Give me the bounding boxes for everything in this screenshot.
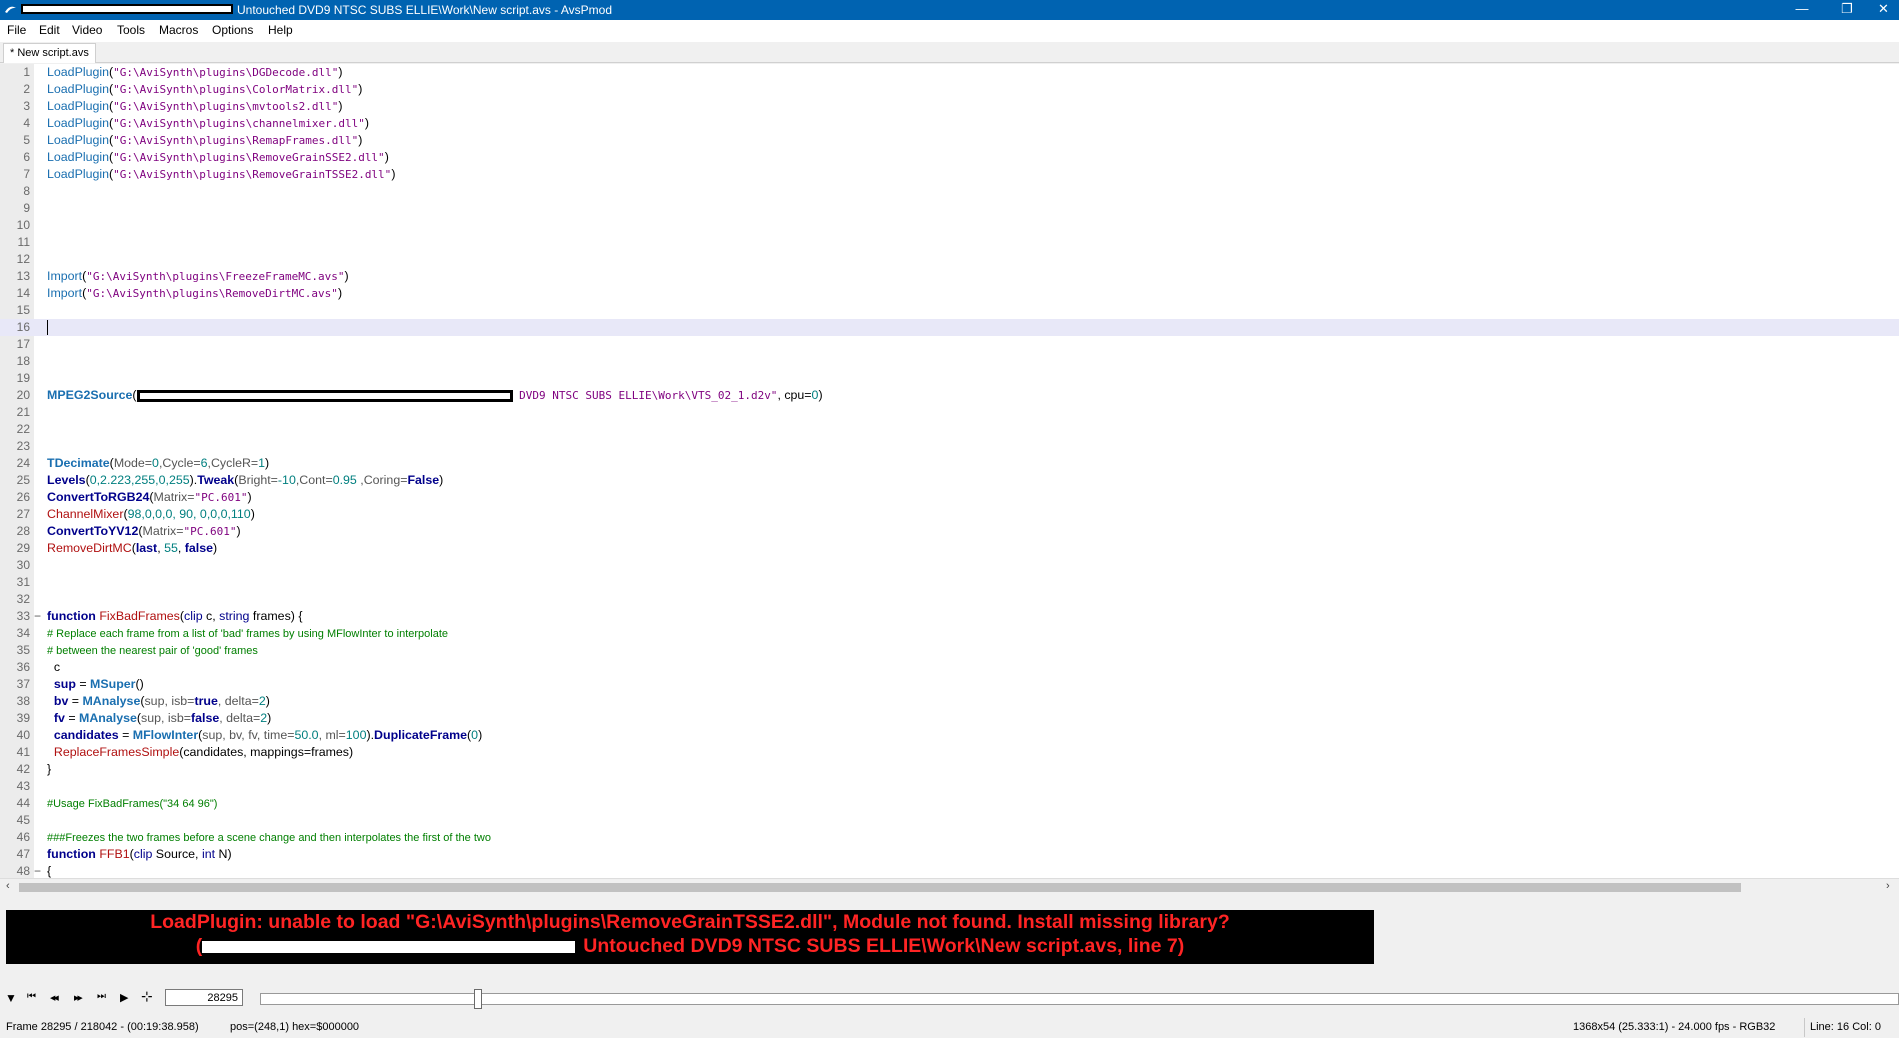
menu-help[interactable]: Help bbox=[268, 23, 293, 37]
close-button[interactable]: ✕ bbox=[1868, 0, 1899, 20]
fold-toggle[interactable]: − bbox=[34, 863, 41, 878]
menu-bar: File Edit Video Tools Macros Options Hel… bbox=[0, 20, 1899, 42]
status-bar: Frame 28295 / 218042 - (00:19:38.958) po… bbox=[0, 1017, 1899, 1038]
scroll-thumb[interactable] bbox=[19, 883, 1741, 892]
code-line: 27 ChannelMixer(98,0,0,0, 90, 0,0,0,110) bbox=[16, 507, 255, 521]
code-line: 47 function FFB1(clip Source, int N) bbox=[16, 847, 232, 861]
tab-new-script[interactable]: * New script.avs bbox=[3, 43, 96, 63]
code-line: 36 c bbox=[16, 660, 61, 674]
code-line: 45 bbox=[16, 813, 30, 827]
menu-file[interactable]: File bbox=[7, 23, 26, 37]
minimize-button[interactable]: — bbox=[1780, 0, 1824, 20]
code-line: 17 bbox=[16, 337, 30, 351]
error-line-1: LoadPlugin: unable to load "G:\AviSynth\… bbox=[150, 911, 1230, 933]
error-line-2-text: Untouched DVD9 NTSC SUBS ELLIE\Work\New … bbox=[583, 935, 1185, 957]
code-line: 34 # Replace each frame from a list of 'b… bbox=[16, 626, 448, 640]
code-line: 18 bbox=[16, 354, 30, 368]
code-line: 48−{ bbox=[16, 863, 52, 878]
code-line: 11 bbox=[17, 235, 30, 249]
status-separator bbox=[1804, 1018, 1805, 1037]
status-video-info: 1368x54 (25.333:1) - 24.000 fps - RGB32 bbox=[1573, 1021, 1776, 1033]
title-bar: Untouched DVD9 NTSC SUBS ELLIE\Work\New … bbox=[0, 0, 1899, 20]
code-line: 37 sup = MSuper() bbox=[16, 677, 144, 691]
restore-button[interactable]: ❐ bbox=[1825, 0, 1869, 20]
current-code-line: 16 bbox=[0, 319, 1899, 336]
code-line: 13 Import("G:\AviSynth\plugins\FreezeFram… bbox=[16, 269, 349, 283]
next-frame-icon[interactable]: ▶▶ bbox=[74, 994, 83, 1002]
avspmod-app-icon bbox=[5, 6, 16, 13]
code-line: 23 bbox=[16, 439, 30, 453]
status-pixel: pos=(248,1) hex=$000000 bbox=[230, 1021, 360, 1033]
code-line: 4 LoadPlugin("G:\AviSynth\plugins\channel… bbox=[23, 116, 369, 130]
code-line: 1 LoadPlugin("G:\AviSynth\plugins\DGDecod… bbox=[23, 65, 343, 79]
code-line: 38 bv = MAnalyse(sup, isb=true, delta=2) bbox=[16, 694, 270, 708]
frame-slider-knob[interactable] bbox=[473, 989, 482, 1009]
horizontal-scrollbar[interactable]: ‹ › bbox=[0, 878, 1899, 896]
status-frame: Frame 28295 / 218042 - (00:19:38.958) bbox=[6, 1021, 199, 1033]
code-line: 3 LoadPlugin("G:\AviSynth\plugins\mvtools… bbox=[23, 99, 343, 113]
tab-strip: * New script.avs bbox=[0, 42, 1899, 63]
redacted-path bbox=[202, 940, 576, 953]
code-line: 10 bbox=[16, 218, 30, 232]
code-line: 22 bbox=[16, 422, 30, 436]
code-line: 26 ConvertToRGB24(Matrix="PC.601") bbox=[16, 490, 252, 504]
code-line: 41 ReplaceFramesSimple(candidates, mappi… bbox=[16, 745, 354, 759]
prev-frame-icon[interactable]: ◀◀ bbox=[50, 994, 59, 1002]
first-frame-icon[interactable]: ⏮ bbox=[27, 991, 36, 1002]
code-line: 14 Import("G:\AviSynth\plugins\RemoveDirt… bbox=[16, 286, 343, 300]
menu-tools[interactable]: Tools bbox=[117, 23, 145, 37]
code-line: 6 LoadPlugin("G:\AviSynth\plugins\RemoveG… bbox=[23, 150, 389, 164]
code-line: 2 LoadPlugin("G:\AviSynth\plugins\ColorMa… bbox=[23, 82, 363, 96]
text-cursor bbox=[47, 320, 48, 335]
code-line: 24 TDecimate(Mode=0,Cycle=6,CycleR=1) bbox=[16, 456, 270, 470]
code-line: 43 bbox=[16, 779, 30, 793]
code-line: 40 candidates = MFlowInter(sup, bv, fv, … bbox=[16, 728, 483, 742]
fold-toggle[interactable]: − bbox=[34, 608, 41, 625]
menu-edit[interactable]: Edit bbox=[39, 23, 60, 37]
code-line: 44 #Usage FixBadFrames("34 64 96") bbox=[16, 796, 218, 810]
playback-controls: ▼ ⏮ ◀◀ ▶▶ ⏭ ▶ ⊹ 28295 bbox=[0, 985, 1899, 1013]
code-line: 39 fv = MAnalyse(sup, isb=false, delta=2… bbox=[16, 711, 272, 725]
code-line: 8 bbox=[23, 184, 30, 198]
code-line: 25 Levels(0,2.223,255,0,255).Tweak(Bright… bbox=[16, 473, 444, 487]
code-line: 30 bbox=[16, 558, 30, 572]
last-frame-icon[interactable]: ⏭ bbox=[97, 991, 106, 1002]
frame-slider[interactable] bbox=[260, 993, 1899, 1005]
crosshair-icon[interactable]: ⊹ bbox=[141, 988, 153, 1005]
code-line: 15 bbox=[16, 303, 30, 317]
video-menu-icon[interactable]: ▼ bbox=[5, 991, 17, 1005]
window-title: Untouched DVD9 NTSC SUBS ELLIE\Work\New … bbox=[237, 3, 613, 17]
code-line: 42} bbox=[16, 762, 52, 776]
menu-options[interactable]: Options bbox=[212, 23, 253, 37]
code-line: 33− function FixBadFrames(clip c, string … bbox=[16, 608, 303, 625]
redacted-path bbox=[21, 4, 233, 14]
error-line-2: (Untouched DVD9 NTSC SUBS ELLIE\Work\New… bbox=[6, 935, 1374, 958]
scroll-left-arrow[interactable]: ‹ bbox=[6, 880, 10, 892]
code-line: 20 MPEG2Source( DVD9 NTSC SUBS ELLIE\Work… bbox=[16, 388, 823, 402]
code-line: 19 bbox=[16, 371, 30, 385]
error-message-panel: LoadPlugin: unable to load "G:\AviSynth\… bbox=[6, 910, 1374, 964]
code-line: 12 bbox=[16, 252, 30, 266]
status-cursor: Line: 16 Col: 0 bbox=[1810, 1021, 1881, 1033]
frame-number-input[interactable]: 28295 bbox=[165, 989, 243, 1006]
code-line: 32 bbox=[16, 592, 30, 606]
code-line: 31 bbox=[16, 575, 30, 589]
scroll-right-arrow[interactable]: › bbox=[1886, 880, 1890, 892]
play-icon[interactable]: ▶ bbox=[120, 991, 128, 1004]
code-line: 7 LoadPlugin("G:\AviSynth\plugins\RemoveG… bbox=[23, 167, 396, 181]
code-line: 28 ConvertToYV12(Matrix="PC.601") bbox=[16, 524, 241, 538]
code-line: 46 ###Freezes the two frames before a sce… bbox=[16, 830, 491, 844]
menu-macros[interactable]: Macros bbox=[159, 23, 198, 37]
code-line: 29 RemoveDirtMC(last, 55, false) bbox=[16, 541, 218, 555]
menu-video[interactable]: Video bbox=[72, 23, 102, 37]
redacted-path bbox=[136, 389, 513, 402]
script-editor[interactable]: 1 LoadPlugin("G:\AviSynth\plugins\DGDecod… bbox=[0, 64, 1899, 878]
code-line: 35 # between the nearest pair of 'good' f… bbox=[16, 643, 258, 657]
code-line: 9 bbox=[23, 201, 30, 215]
code-line: 5 LoadPlugin("G:\AviSynth\plugins\RemapFr… bbox=[23, 133, 363, 147]
code-line: 21 bbox=[16, 405, 30, 419]
